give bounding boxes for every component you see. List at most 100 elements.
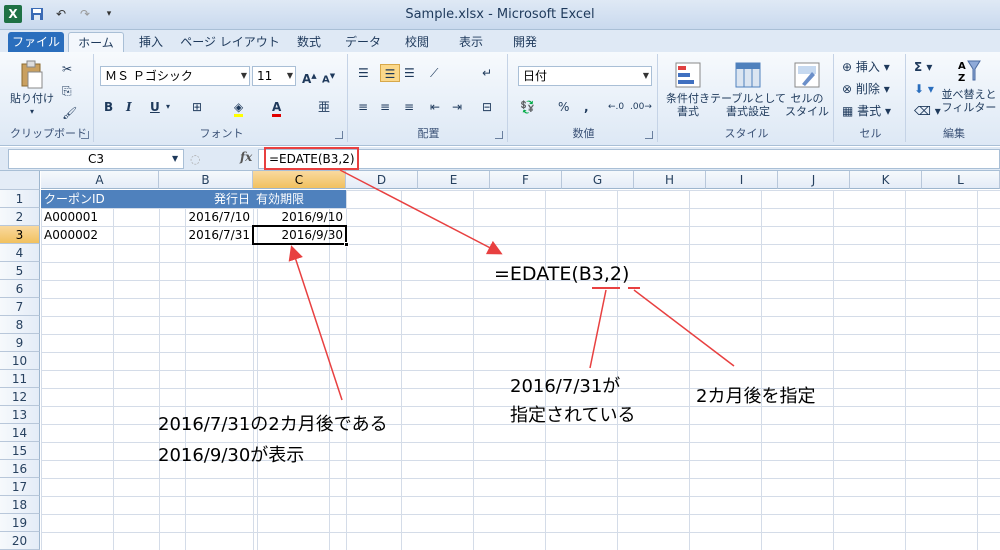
tab-view[interactable]: 表示 xyxy=(446,32,496,52)
cell-styles-icon xyxy=(792,60,822,90)
clear-icon[interactable]: ⌫ ▾ xyxy=(914,102,941,120)
align-center-icon[interactable]: ≡ xyxy=(380,98,390,116)
cell-styles-button[interactable]: セルの スタイル xyxy=(782,60,832,118)
editing-group-label: 編集 xyxy=(943,127,965,140)
cell-a2[interactable]: A000001 xyxy=(41,208,159,226)
delete-cells-label: 削除 xyxy=(855,82,880,96)
formula-highlight-box xyxy=(264,147,359,170)
fill-icon[interactable]: ⬇ ▾ xyxy=(914,80,934,98)
sort-filter-label: 並べ替えと フィルター xyxy=(941,88,997,114)
tab-data[interactable]: データ xyxy=(338,32,388,52)
cell-a3[interactable]: A000002 xyxy=(41,226,159,244)
format-as-table-label: テーブルとして 書式設定 xyxy=(710,92,787,118)
tab-page-layout[interactable]: ページ レイアウト xyxy=(180,32,280,52)
percent-icon[interactable]: % xyxy=(558,98,569,116)
formula-bar: C3 ▼ ◌ fx =EDATE(B3,2) xyxy=(0,147,1000,171)
sort-filter-button[interactable]: AZ 並べ替えと フィルター xyxy=(940,56,998,114)
cell-a1[interactable]: クーポンID xyxy=(41,190,159,208)
cell-b2[interactable]: 2016/7/10 xyxy=(159,208,253,226)
callout-months: 2カ月後を指定 xyxy=(696,386,816,407)
formula-bar-handle-icon[interactable]: ◌ xyxy=(190,150,200,168)
font-size-dropdown[interactable]: 11 ▼ xyxy=(252,66,296,86)
comma-style-icon[interactable]: , xyxy=(584,98,589,116)
callout-formula: =EDATE(B3,2) xyxy=(494,263,630,285)
insert-function-icon[interactable]: fx xyxy=(240,150,252,164)
paste-button[interactable]: 貼り付け ▾ xyxy=(10,60,54,118)
clipboard-launcher-icon[interactable] xyxy=(81,131,89,139)
name-box[interactable]: C3 xyxy=(8,149,184,169)
format-as-table-icon xyxy=(733,60,763,90)
cell-c2[interactable]: 2016/9/10 xyxy=(253,208,346,226)
tab-file[interactable]: ファイル xyxy=(8,32,64,52)
conditional-format-button[interactable]: 条件付き 書式 xyxy=(662,60,714,118)
align-left-icon[interactable]: ≡ xyxy=(358,98,368,116)
increase-indent-icon[interactable]: ⇥ xyxy=(452,98,462,116)
number-launcher-icon[interactable] xyxy=(645,131,653,139)
font-launcher-icon[interactable] xyxy=(335,131,343,139)
tab-home[interactable]: ホーム xyxy=(68,32,124,52)
increase-decimal-icon[interactable]: ←.0 xyxy=(608,98,624,116)
decrease-decimal-icon[interactable]: .00→ xyxy=(630,98,652,116)
format-as-table-button[interactable]: テーブルとして 書式設定 xyxy=(710,60,786,118)
shrink-font-icon[interactable]: A▼ xyxy=(322,67,335,85)
underline-icon[interactable]: U xyxy=(150,98,160,116)
callout-b3-line1: 2016/7/31が xyxy=(510,376,621,397)
cell-b3[interactable]: 2016/7/31 xyxy=(159,226,253,244)
autosum-icon[interactable]: Σ ▾ xyxy=(914,58,932,76)
paste-icon xyxy=(17,60,47,90)
cell-c1[interactable]: 有効期限 xyxy=(253,190,346,208)
grow-font-icon[interactable]: A▲ xyxy=(302,67,317,86)
align-top-icon[interactable]: ☰ xyxy=(358,64,369,82)
italic-icon[interactable]: I xyxy=(126,98,132,116)
conditional-format-icon xyxy=(673,60,703,90)
tab-review[interactable]: 校閲 xyxy=(392,32,442,52)
merge-center-icon[interactable]: ⊟ xyxy=(482,98,492,116)
number-format-dropdown[interactable]: 日付 ▼ xyxy=(518,66,652,86)
ribbon-tabs: ファイル ホーム 挿入 ページ レイアウト 数式 データ 校閲 表示 開発 xyxy=(0,30,1000,52)
format-cells-button[interactable]: ▦ 書式 ▾ xyxy=(842,102,891,120)
cells-group: ⊕ 挿入 ▾ ⊗ 削除 ▾ ▦ 書式 ▾ セル xyxy=(836,54,906,142)
cells-group-label: セル xyxy=(859,127,882,140)
worksheet-grid: A B C D E F G H I J K L 1 2 3 4 5 6 7 8 9 10 11 12 1… xyxy=(0,171,1000,550)
font-name-dropdown[interactable]: ＭＳ Ｐゴシック ▼ xyxy=(100,66,250,86)
format-cells-label: 書式 xyxy=(857,104,882,118)
copy-icon[interactable]: ⎘ xyxy=(62,82,72,100)
font-size-value: 11 xyxy=(257,69,273,83)
name-box-dropdown-icon[interactable]: ▼ xyxy=(172,150,178,168)
format-painter-icon[interactable]: 🖌 xyxy=(62,104,77,122)
phonetic-guide-icon[interactable]: 亜 xyxy=(318,98,330,116)
cut-icon[interactable]: ✂ xyxy=(62,60,72,78)
orientation-icon[interactable]: ⟋ xyxy=(430,64,438,82)
delete-cells-button[interactable]: ⊗ 削除 ▾ xyxy=(842,80,890,98)
align-right-icon[interactable]: ≡ xyxy=(404,98,414,116)
bold-icon[interactable]: B xyxy=(104,98,113,116)
paste-label: 貼り付け xyxy=(10,92,54,105)
editing-group: Σ ▾ ⬇ ▾ ⌫ ▾ AZ 並べ替えと フィルター 編集 xyxy=(908,54,1000,142)
align-bottom-icon[interactable]: ☰ xyxy=(404,64,415,82)
currency-icon[interactable]: 💱 xyxy=(520,98,535,116)
font-color-icon[interactable]: A xyxy=(272,98,282,117)
tab-insert[interactable]: 挿入 xyxy=(126,32,176,52)
align-middle-icon[interactable]: ☰ xyxy=(380,64,400,82)
clipboard-group-label: クリップボード xyxy=(10,127,87,140)
tab-formulas[interactable]: 数式 xyxy=(284,32,334,52)
cell-styles-label: セルの スタイル xyxy=(785,92,829,118)
tab-developer[interactable]: 開発 xyxy=(500,32,550,52)
number-format-value: 日付 xyxy=(523,69,548,83)
ribbon: 貼り付け ▾ ✂ ⎘ 🖌 クリップボード ＭＳ Ｐゴシック ▼ 11 ▼ A▲ A▼… xyxy=(0,52,1000,146)
number-group: 日付 ▼ 💱 % , ←.0 .00→ 数値 xyxy=(510,54,658,142)
title-bar: X ↶ ↷ ▾ Sample.xlsx - Microsoft Excel xyxy=(0,0,1000,30)
alignment-group: ☰ ☰ ☰ ⟋ ↵ ≡ ≡ ≡ ⇤ ⇥ ⊟ 配置 xyxy=(350,54,508,142)
cell-b1[interactable]: 発行日 xyxy=(159,190,253,208)
number-group-label: 数値 xyxy=(572,127,595,140)
alignment-launcher-icon[interactable] xyxy=(495,131,503,139)
wrap-text-icon[interactable]: ↵ xyxy=(482,64,492,82)
insert-cells-button[interactable]: ⊕ 挿入 ▾ xyxy=(842,58,890,76)
formula-input[interactable]: =EDATE(B3,2) xyxy=(258,149,1000,169)
underline-dropdown-icon[interactable]: ▾ xyxy=(166,98,170,116)
decrease-indent-icon[interactable]: ⇤ xyxy=(430,98,440,116)
svg-text:A: A xyxy=(958,61,966,72)
fill-handle[interactable] xyxy=(344,242,349,247)
borders-icon[interactable]: ⊞ xyxy=(192,98,202,116)
fill-color-icon[interactable]: ◈ xyxy=(234,98,244,117)
